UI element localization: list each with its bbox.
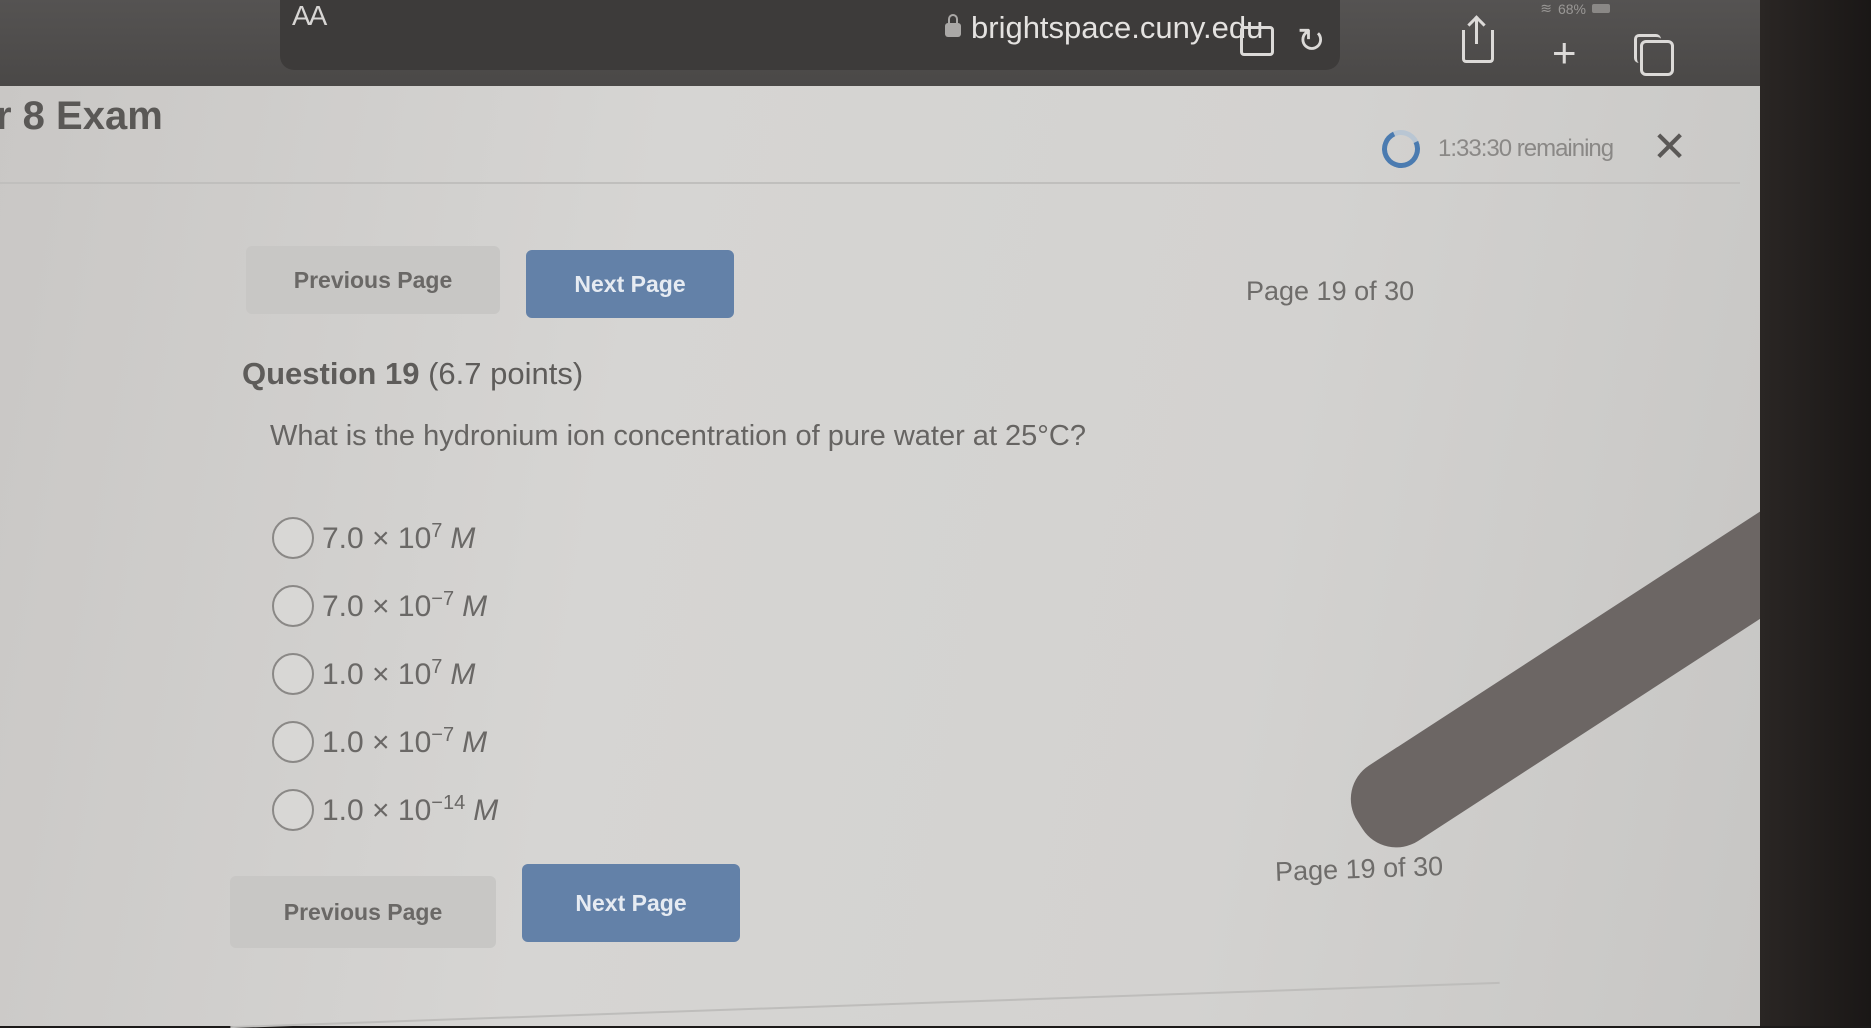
next-page-button[interactable]: Next Page [526,250,734,318]
url-field[interactable]: brightspace.cuny.edu [945,10,1263,46]
browser-toolbar: ≋ 68% AA brightspace.cuny.edu ↻ + [0,0,1760,86]
device-bezel [1760,0,1871,1026]
question-text: What is the hydronium ion concentration … [270,420,1086,452]
option-label: 1.0 × 10−14 M [322,792,499,827]
radio-button[interactable] [272,789,314,831]
exam-header: r 8 Exam 1:33:30 remaining ✕ [0,86,1740,184]
extension-icon[interactable] [1240,26,1274,56]
question-points: (6.7 points) [428,356,584,391]
timer-text: 1:33:30 remaining [1438,135,1614,162]
timer: 1:33:30 remaining [1376,124,1614,174]
text-size-button[interactable]: AA [292,0,327,32]
divider [230,981,1500,1028]
question-number: Question 19 [242,356,420,391]
option-label: 7.0 × 10−7 M [322,588,488,623]
answer-option[interactable]: 1.0 × 107 M [272,640,498,708]
answer-option[interactable]: 1.0 × 10−7 M [272,708,498,776]
battery-level: 68% [1557,0,1586,17]
option-label: 1.0 × 107 M [322,656,476,691]
lock-icon [945,14,961,37]
previous-page-button-bottom[interactable]: Previous Page [230,876,496,948]
page-indicator-bottom: Page 19 of 30 [1274,851,1444,887]
status-bar: ≋ 68% [1540,0,1610,17]
url-text: brightspace.cuny.edu [971,10,1264,45]
option-label: 7.0 × 107 M [322,520,476,555]
quiz-page: r 8 Exam 1:33:30 remaining ✕ Previous Pa… [0,86,1760,1028]
page-indicator: Page 19 of 30 [1246,276,1415,306]
battery-icon [1592,4,1610,13]
question-heading: Question 19 (6.7 points) [242,356,583,392]
exam-title: r 8 Exam [0,94,163,138]
answer-option[interactable]: 1.0 × 10−14 M [272,776,498,844]
timer-progress-icon [1376,124,1426,174]
radio-button[interactable] [272,653,314,695]
wifi-icon: ≋ [1540,0,1552,16]
radio-button[interactable] [272,585,314,627]
address-bar[interactable]: AA brightspace.cuny.edu [280,0,1340,70]
option-label: 1.0 × 10−7 M [322,724,488,759]
answer-option[interactable]: 7.0 × 10−7 M [272,572,498,640]
answer-option[interactable]: 7.0 × 107 M [272,504,498,572]
new-tab-icon[interactable]: + [1552,32,1577,74]
radio-button[interactable] [272,721,314,763]
next-page-button-bottom[interactable]: Next Page [522,864,740,942]
radio-button[interactable] [272,517,314,559]
share-icon[interactable] [1462,18,1494,63]
reload-icon[interactable]: ↻ [1297,24,1326,58]
previous-page-button[interactable]: Previous Page [246,246,500,314]
tabs-icon[interactable] [1634,34,1674,76]
answer-options: 7.0 × 107 M 7.0 × 10−7 M 1.0 × 107 M 1.0 × … [272,504,498,844]
close-icon[interactable]: ✕ [1652,122,1687,171]
